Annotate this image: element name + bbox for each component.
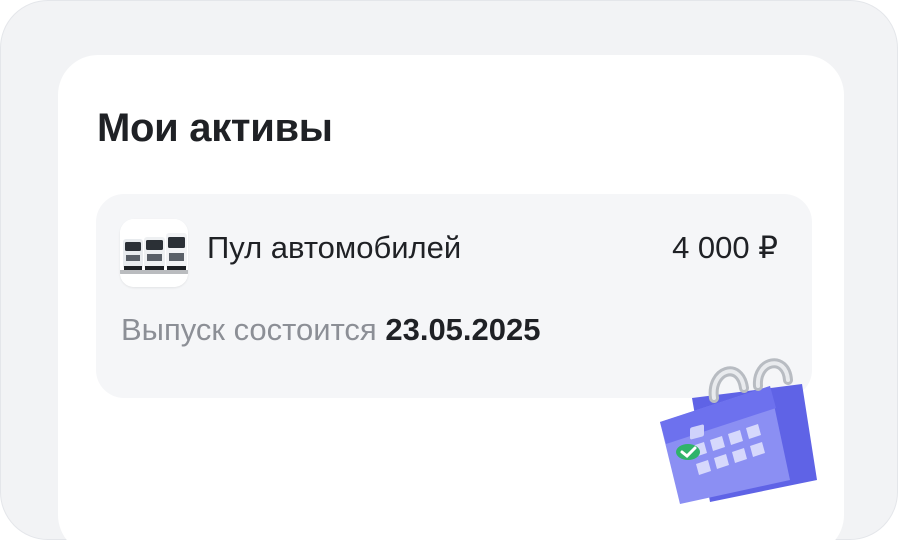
asset-name: Пул автомобилей bbox=[207, 230, 462, 265]
release-label: Выпуск состоится bbox=[121, 312, 377, 347]
trucks-icon bbox=[120, 219, 188, 287]
page-title: Мои активы bbox=[97, 106, 333, 150]
release-info: Выпуск состоится 23.05.2025 bbox=[121, 312, 541, 348]
asset-amount: 4 000 ₽ bbox=[672, 230, 778, 265]
release-date: 23.05.2025 bbox=[385, 312, 541, 347]
calendar-icon bbox=[652, 350, 822, 504]
